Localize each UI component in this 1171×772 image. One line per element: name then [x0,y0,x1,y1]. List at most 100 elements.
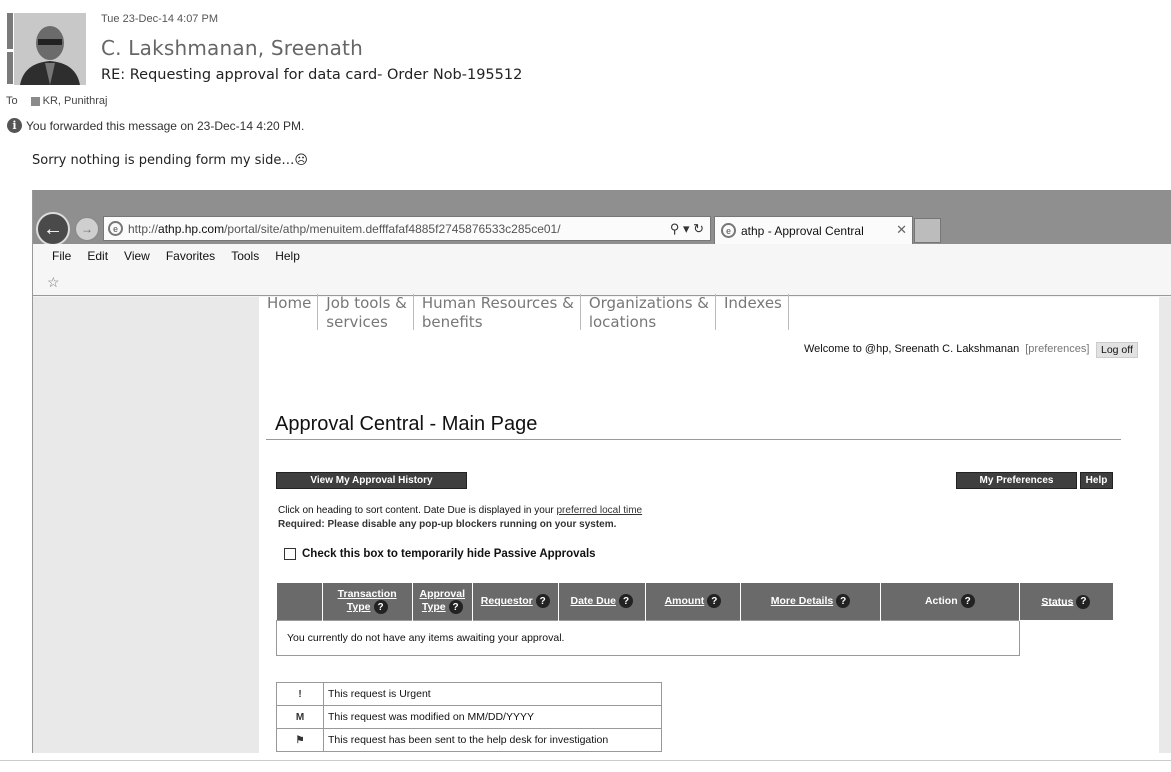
column-label: Type [346,601,371,614]
email-date: Tue 23-Dec-14 4:07 PM [101,13,218,25]
status-legend: ! This request is Urgent M This request … [276,682,662,752]
page-title: Approval Central - Main Page [275,413,538,435]
left-margin [33,297,259,753]
recipients-row: To KR, Punithraj [6,95,107,107]
select-column [276,583,323,620]
info-icon: i [7,118,22,133]
help-icon[interactable]: ? [707,594,722,609]
search-refresh-icons[interactable]: ⚲ ▾ ↻ [670,221,704,237]
column-approval-type[interactable]: Approval Type? [412,583,473,620]
column-label: Approval [419,588,465,601]
column-label: Status [1041,595,1074,608]
urgent-icon: ! [276,682,324,706]
help-icon[interactable]: ? [960,594,975,609]
help-icon[interactable]: ? [836,594,851,609]
welcome-message: Welcome to @hp, Sreenath C. Lakshmanan [804,343,1020,355]
approvals-table: Transaction Type? Approval Type? Requestor… [276,583,1113,656]
legend-row: ⚑ This request has been sent to the help… [276,728,662,752]
tab-title: athp - Approval Central [741,223,864,238]
nav-label: Organizations & [588,294,709,312]
nav-label: Job tools & [326,294,407,312]
help-icon[interactable]: ? [619,594,634,609]
sender-avatar[interactable] [14,13,86,85]
nav-job-tools[interactable]: Job tools & services [318,294,414,331]
column-label: More Details [770,595,834,608]
column-amount[interactable]: Amount? [645,583,742,620]
presence-bar [7,13,13,49]
column-label: Type [421,601,446,614]
logoff-button[interactable]: Log off [1096,342,1138,358]
menu-favorites[interactable]: Favorites [166,249,215,263]
forward-notice: i You forwarded this message on 23-Dec-1… [7,118,304,133]
help-icon[interactable]: ? [373,600,388,615]
nav-organizations[interactable]: Organizations & locations [581,294,716,331]
back-arrow-icon[interactable]: ← [36,212,70,246]
new-tab-button[interactable] [914,218,941,243]
menu-edit[interactable]: Edit [87,249,108,263]
menu-tools[interactable]: Tools [231,249,259,263]
legend-row: ! This request is Urgent [276,682,662,706]
url-prefix: http:// [128,221,159,236]
address-bar[interactable]: e http://athp.hp.com/portal/site/athp/me… [103,216,711,241]
nav-label: Home [267,294,312,312]
ie-icon: e [108,221,123,236]
column-label: Transaction [337,588,397,601]
table-header-row: Transaction Type? Approval Type? Requestor… [276,583,1113,620]
forward-arrow-icon[interactable]: → [75,217,99,241]
passive-approvals-toggle[interactable]: Check this box to temporarily hide Passi… [284,548,596,560]
to-label: To [6,95,18,107]
url-domain: athp.hp.com [158,221,225,236]
favorites-star-icon[interactable]: ☆ [47,274,60,291]
my-preferences-button[interactable]: My Preferences [956,472,1077,489]
legend-text: This request was modified on MM/DD/YYYY [323,705,662,729]
column-date-due[interactable]: Date Due? [558,583,646,620]
portal-page: Home Job tools & services Human Resources… [259,294,1159,753]
nav-human-resources[interactable]: Human Resources & benefits [414,294,581,331]
help-button[interactable]: Help [1080,472,1113,489]
popup-requirement: Required: Please disable any pop-up bloc… [278,519,617,530]
column-label: Action [924,595,958,608]
portal-nav: Home Job tools & services Human Resources… [259,294,789,331]
forward-note: You forwarded this message on 23-Dec-14 … [26,118,305,133]
email-body: Sorry nothing is pending form my side…☹ [32,153,308,168]
help-icon[interactable]: ? [1076,594,1091,609]
email-sender[interactable]: C. Lakshmanan, Sreenath [101,36,363,60]
menu-view[interactable]: View [124,249,150,263]
nav-indexes[interactable]: Indexes [716,294,789,330]
right-margin [1159,297,1171,753]
approval-history-button[interactable]: View My Approval History [276,472,467,489]
modified-icon: M [276,705,324,729]
title-divider [266,439,1121,440]
nav-home[interactable]: Home [259,294,319,330]
column-label: Date Due [570,595,617,608]
nav-label: locations [588,313,657,331]
empty-message: You currently do not have any items awai… [276,619,1020,656]
column-status[interactable]: Status? [1019,583,1113,620]
close-icon[interactable]: ✕ [896,222,907,238]
legend-row: M This request was modified on MM/DD/YYY… [276,705,662,729]
flag-icon: ⚑ [276,728,324,752]
nav-label: services [326,313,388,331]
nav-label: Human Resources & [421,294,574,312]
column-transaction-type[interactable]: Transaction Type? [322,583,413,620]
menu-bar: File Edit View Favorites Tools Help ☆ [33,244,1171,296]
ie-icon: e [721,223,736,238]
table-row: You currently do not have any items awai… [276,619,1113,656]
presence-bar [7,52,13,84]
instructions-line1: Click on heading to sort content. Date D… [278,505,557,516]
menu-help[interactable]: Help [275,249,300,263]
preferences-link[interactable]: [preferences] [1025,343,1089,355]
help-icon[interactable]: ? [448,600,463,615]
menu-file[interactable]: File [52,249,71,263]
instructions: Click on heading to sort content. Date D… [278,504,642,532]
column-action: Action? [880,583,1020,620]
checkbox[interactable] [284,548,296,560]
preferred-time-link[interactable]: preferred local time [557,505,643,516]
column-label: Requestor [480,595,533,608]
help-icon[interactable]: ? [535,594,550,609]
column-requestor[interactable]: Requestor? [472,583,559,620]
nav-label: Indexes [724,294,782,312]
column-more-details[interactable]: More Details? [740,583,881,620]
browser-tab[interactable]: e athp - Approval Central ✕ [714,216,913,244]
recipient-name[interactable]: KR, Punithraj [43,95,108,107]
